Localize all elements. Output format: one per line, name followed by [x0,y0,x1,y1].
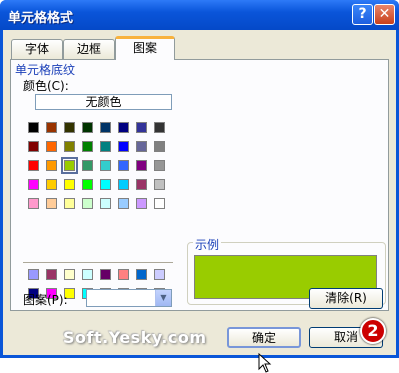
color-swatch[interactable] [154,269,165,280]
color-swatch[interactable] [136,160,147,171]
dialog-title: 单元格格式 [8,11,74,26]
help-button[interactable]: ? [352,4,373,25]
color-swatch[interactable] [118,269,129,280]
close-button[interactable]: ✕ [374,4,395,25]
color-swatch[interactable] [64,179,75,190]
color-swatch[interactable] [46,141,57,152]
color-swatch[interactable] [154,160,165,171]
color-swatch[interactable] [28,269,39,280]
color-swatch[interactable] [82,122,93,133]
ok-button[interactable]: 确定 [227,327,301,348]
color-swatch[interactable] [28,122,39,133]
color-swatch[interactable] [46,122,57,133]
pattern-dropdown[interactable]: ▼ [86,289,172,307]
color-swatch[interactable] [118,141,129,152]
color-swatch[interactable] [136,269,147,280]
patterns-panel: 单元格底纹 颜色(C): 无颜色 图案(P): ▼ 示例 [10,59,389,311]
color-swatch[interactable] [154,198,165,209]
color-swatch[interactable] [28,179,39,190]
color-swatch[interactable] [100,122,111,133]
color-swatch[interactable] [100,179,111,190]
watermark-text: Soft.Yesky.com [63,328,207,347]
color-swatch[interactable] [28,141,39,152]
color-swatch[interactable] [28,198,39,209]
chevron-down-icon[interactable]: ▼ [155,290,171,306]
color-swatch[interactable] [136,122,147,133]
color-swatch[interactable] [64,269,75,280]
color-swatch[interactable] [100,269,111,280]
color-swatch[interactable] [82,160,93,171]
color-swatch[interactable] [154,122,165,133]
color-swatch[interactable] [136,141,147,152]
tab-font[interactable]: 字体 [11,39,63,59]
color-swatch[interactable] [100,160,111,171]
format-cells-dialog: 单元格格式 ? ✕ 字体 边框 图案 单元格底纹 颜色(C): 无颜色 图案(P… [0,0,399,373]
color-swatch[interactable] [136,179,147,190]
color-swatch[interactable] [154,179,165,190]
no-color-button[interactable]: 无颜色 [35,94,172,110]
color-swatch[interactable] [82,141,93,152]
sample-title: 示例 [193,236,222,253]
color-swatch[interactable] [46,160,57,171]
color-swatch[interactable] [82,179,93,190]
color-swatch[interactable] [64,122,75,133]
dialog-body: 字体 边框 图案 单元格底纹 颜色(C): 无颜色 图案(P): ▼ 示例 清除… [3,30,396,373]
color-swatch[interactable] [118,122,129,133]
color-swatch[interactable] [64,198,75,209]
color-swatch[interactable] [64,141,75,152]
color-swatch[interactable] [118,160,129,171]
color-swatch[interactable] [28,160,39,171]
color-swatch[interactable] [82,198,93,209]
pattern-label: 图案(P): [23,293,68,307]
color-swatch[interactable] [154,141,165,152]
color-swatch[interactable] [118,198,129,209]
color-swatch[interactable] [100,141,111,152]
color-swatch[interactable] [61,157,78,174]
color-swatch[interactable] [136,198,147,209]
cell-shading-group-title: 单元格底纹 [15,63,76,77]
clear-button[interactable]: 清除(R) [309,288,383,309]
tab-border[interactable]: 边框 [63,39,115,59]
color-label: 颜色(C): [23,79,69,93]
color-swatch[interactable] [46,179,57,190]
tab-patterns[interactable]: 图案 [115,36,175,60]
palette-divider [23,262,173,263]
color-swatch[interactable] [46,269,57,280]
color-swatch[interactable] [46,198,57,209]
title-bar: 单元格格式 ? ✕ [0,0,399,30]
color-swatch[interactable] [100,198,111,209]
mouse-pointer-icon [258,353,272,373]
step-badge: 2 [360,318,386,344]
color-swatch[interactable] [118,179,129,190]
color-swatch[interactable] [82,269,93,280]
